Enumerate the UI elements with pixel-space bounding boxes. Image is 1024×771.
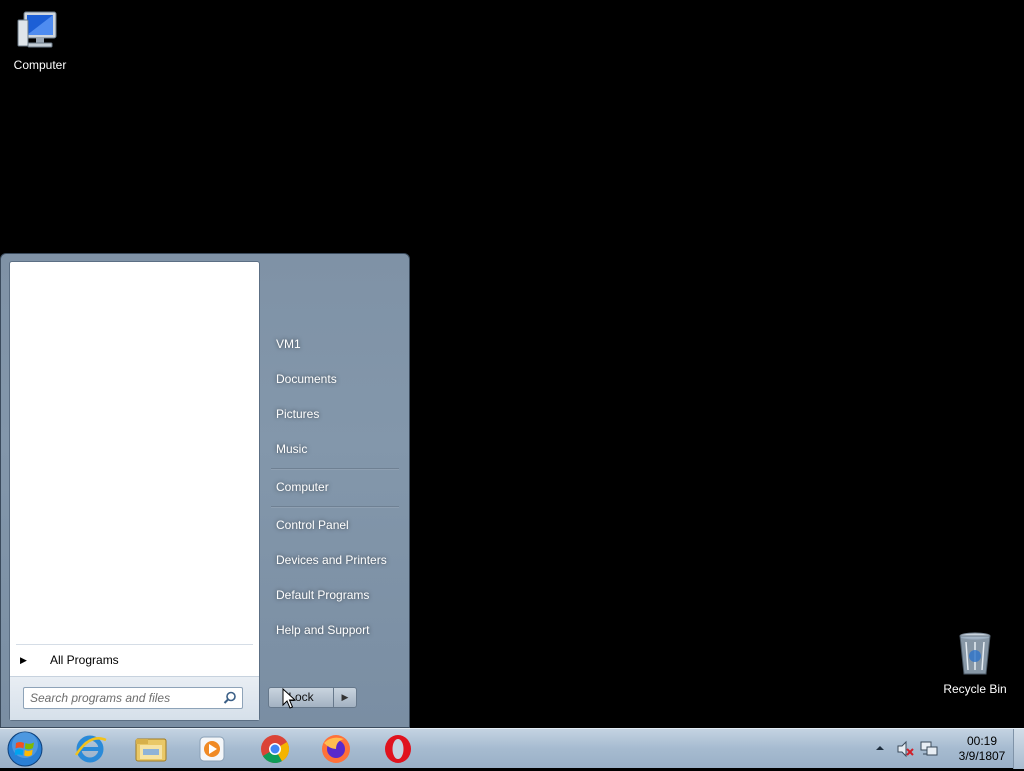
clock-date: 3/9/1807	[958, 749, 1006, 763]
taskbar-windows-explorer[interactable]	[125, 731, 177, 767]
divider	[271, 506, 399, 508]
network-button[interactable]	[920, 740, 938, 758]
volume-muted-button[interactable]	[896, 740, 914, 758]
start-button[interactable]	[5, 730, 45, 768]
clock[interactable]: 00:19 3/9/1807	[952, 734, 1012, 764]
computer-icon	[16, 6, 64, 54]
firefox-icon	[322, 735, 350, 763]
desktop-icon-label: Recycle Bin	[943, 682, 1007, 696]
desktop-icon-computer[interactable]: Computer	[0, 6, 80, 72]
media-player-icon	[199, 736, 225, 762]
taskbar: 00:19 3/9/1807	[0, 728, 1024, 769]
opera-icon	[385, 735, 411, 763]
all-programs-label: All Programs	[50, 653, 119, 667]
desktop-icon-label: Computer	[13, 58, 67, 72]
clock-time: 00:19	[966, 734, 998, 748]
taskbar-opera[interactable]	[372, 731, 424, 767]
start-menu-left-pane: ▶ All Programs	[9, 261, 260, 721]
start-item-help-and-support[interactable]: Help and Support	[276, 619, 396, 641]
taskbar-chrome[interactable]	[249, 731, 301, 767]
windows-logo-icon	[7, 731, 43, 767]
start-item-default-programs[interactable]: Default Programs	[276, 584, 396, 606]
recycle-bin-icon	[951, 630, 999, 678]
chrome-icon	[261, 735, 289, 763]
divider	[16, 644, 253, 645]
show-desktop-button[interactable]	[1013, 729, 1024, 769]
start-menu: ▶ All Programs VM1 Documents Pictures Mu…	[0, 253, 410, 728]
triangle-right-icon: ▶	[20, 655, 27, 665]
taskbar-media-player[interactable]	[186, 731, 238, 767]
lock-button[interactable]: Lock	[268, 687, 334, 708]
taskbar-firefox[interactable]	[310, 731, 362, 767]
shutdown-options-button[interactable]: ▶	[334, 687, 357, 708]
desktop-icon-recycle-bin[interactable]: Recycle Bin	[935, 630, 1015, 696]
all-programs-button[interactable]: ▶ All Programs	[10, 648, 259, 672]
search-input[interactable]	[24, 688, 220, 708]
search-icon[interactable]	[223, 691, 237, 705]
system-tray: 00:19 3/9/1807	[864, 729, 1024, 769]
start-item-control-panel[interactable]: Control Panel	[276, 514, 396, 536]
search-box[interactable]	[23, 687, 243, 709]
triangle-right-icon: ▶	[341, 692, 349, 702]
start-item-music[interactable]: Music	[276, 438, 396, 460]
show-hidden-icons-button[interactable]	[874, 742, 886, 754]
network-icon	[920, 741, 938, 756]
start-item-documents[interactable]: Documents	[276, 368, 396, 390]
taskbar-internet-explorer[interactable]	[64, 731, 116, 767]
internet-explorer-icon	[74, 735, 107, 763]
search-area	[10, 676, 259, 720]
start-menu-right-pane: VM1 Documents Pictures Music Computer Co…	[261, 254, 411, 729]
recent-programs-list	[10, 262, 259, 642]
windows-explorer-icon	[135, 738, 167, 762]
start-item-pictures[interactable]: Pictures	[276, 403, 396, 425]
divider	[271, 468, 399, 470]
start-item-devices-and-printers[interactable]: Devices and Printers	[276, 549, 396, 571]
mouse-cursor-icon	[282, 688, 296, 709]
speaker-muted-icon	[897, 740, 914, 758]
start-item-vm1[interactable]: VM1	[276, 333, 396, 355]
start-item-computer[interactable]: Computer	[276, 476, 396, 498]
chevron-up-icon	[876, 746, 884, 750]
